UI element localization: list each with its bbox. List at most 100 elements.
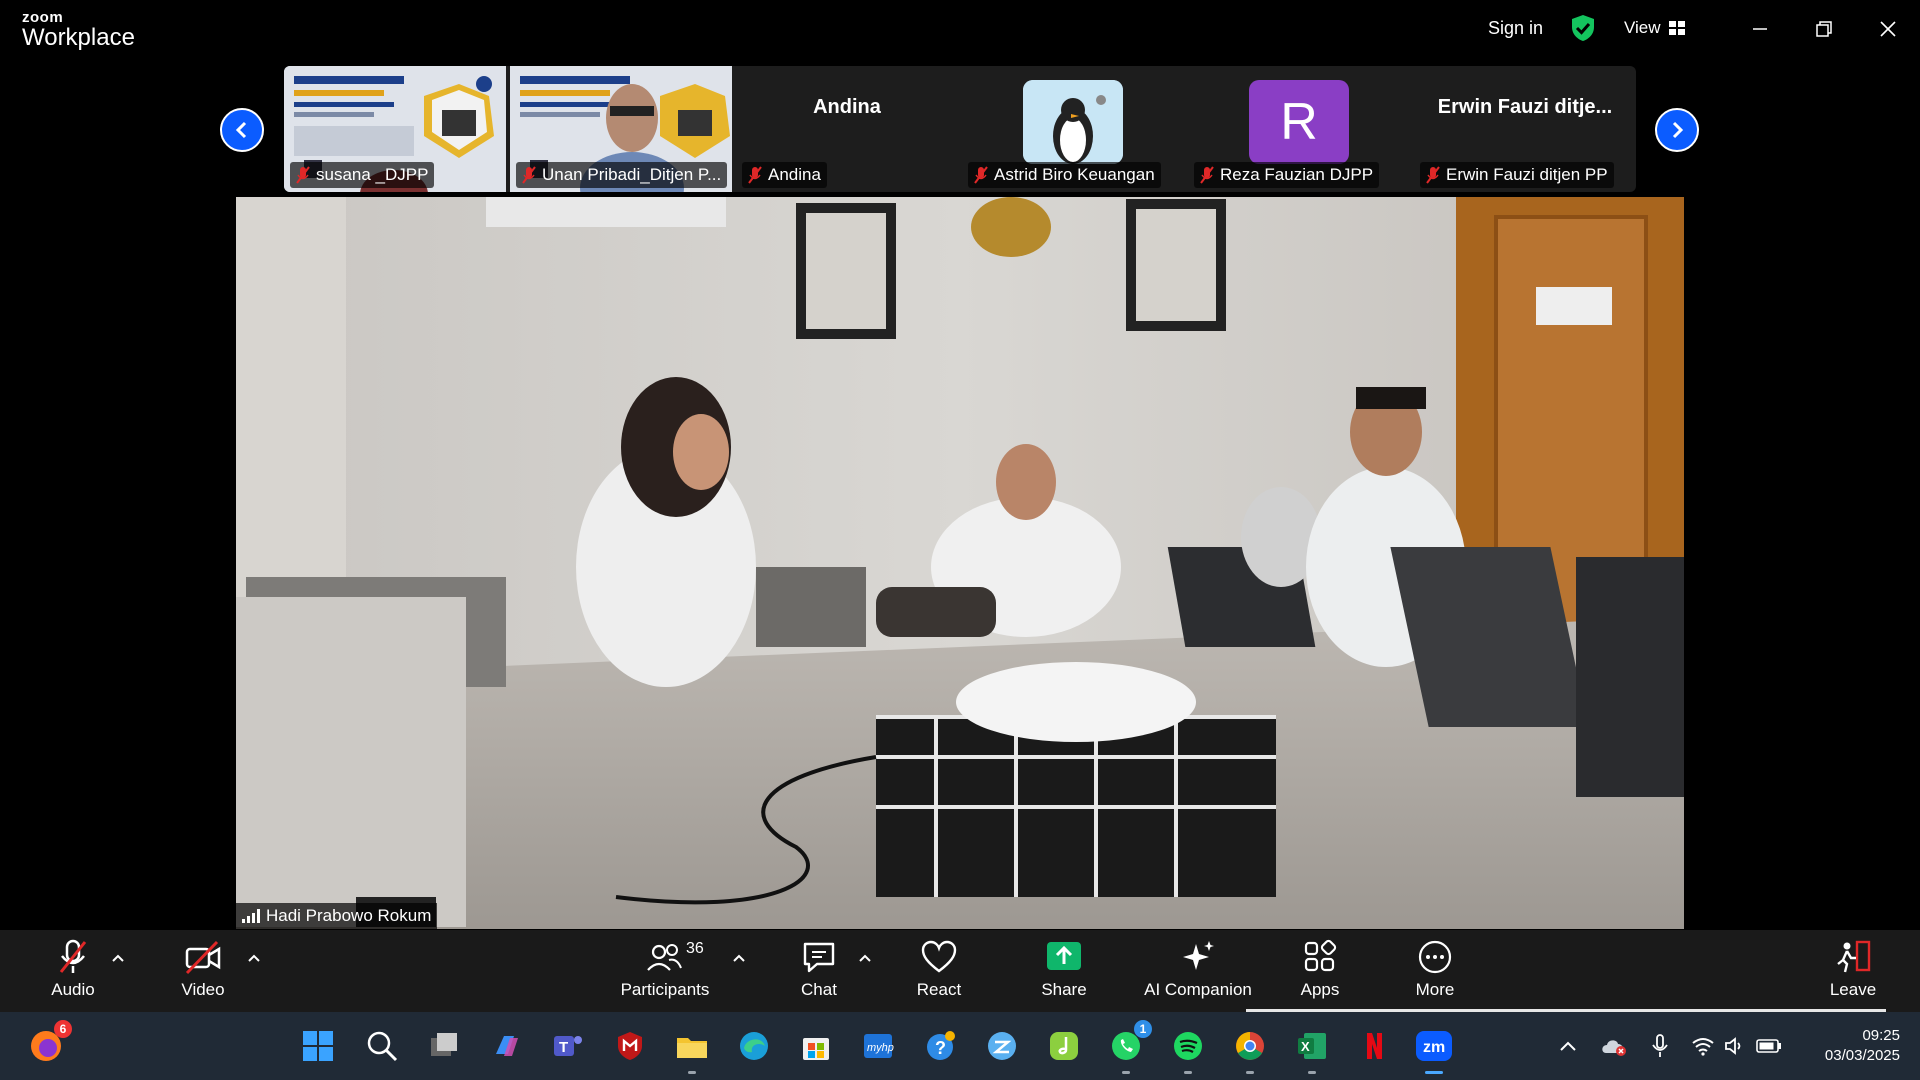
- active-speaker-name-tag: Hadi Prabowo Rokum: [236, 903, 438, 929]
- excel-icon: X: [1298, 1033, 1326, 1059]
- mic-muted-icon: [522, 166, 536, 184]
- penguin-avatar: [1023, 80, 1123, 164]
- running-indicator: [1246, 1071, 1254, 1074]
- participants-icon: [647, 944, 682, 971]
- view-label: View: [1624, 18, 1661, 37]
- restore-icon: [1816, 21, 1832, 37]
- leave-label: Leave: [1829, 980, 1877, 999]
- participant-name: Unan Pribadi_Ditjen P...: [542, 165, 722, 184]
- video-button[interactable]: Video: [178, 938, 228, 1008]
- svg-text:myhp: myhp: [867, 1042, 894, 1054]
- close-button[interactable]: [1868, 14, 1908, 44]
- zoom-taskbar-button[interactable]: zm: [1412, 1026, 1456, 1074]
- apps-button[interactable]: Apps: [1294, 938, 1346, 1008]
- chat-options-chevron-up-icon[interactable]: [857, 950, 873, 966]
- excel-taskbar-button[interactable]: X: [1292, 1026, 1332, 1074]
- onedrive-tray-icon[interactable]: [1594, 1026, 1634, 1066]
- running-indicator: [1308, 1071, 1316, 1074]
- participant-name: Andina: [768, 165, 821, 184]
- minimize-button[interactable]: [1740, 14, 1780, 44]
- share-button[interactable]: Share: [1036, 938, 1092, 1008]
- zoom-window: zoom Workplace Sign in View susana _DJPP…: [0, 0, 1920, 1080]
- zoom-workplace-logo: zoom Workplace: [22, 10, 135, 50]
- volume-tray-icon[interactable]: [1718, 1026, 1752, 1066]
- mic-muted-icon: [974, 166, 988, 184]
- video-off-icon: [185, 940, 221, 975]
- edge-taskbar-button[interactable]: [734, 1026, 774, 1066]
- leave-button[interactable]: Leave: [1828, 938, 1878, 1008]
- video-options-chevron-up-icon[interactable]: [246, 950, 262, 966]
- netflix-taskbar-button[interactable]: [1354, 1026, 1394, 1066]
- mic-muted-icon: [1200, 166, 1214, 184]
- task-view-button[interactable]: [424, 1026, 464, 1066]
- audio-options-chevron-up-icon[interactable]: [110, 950, 126, 966]
- react-label: React: [916, 980, 962, 999]
- apps-label: Apps: [1300, 980, 1340, 999]
- battery-tray-icon[interactable]: [1752, 1026, 1786, 1066]
- participants-options-chevron-up-icon[interactable]: [731, 950, 747, 966]
- file-explorer-taskbar-button[interactable]: [672, 1026, 712, 1074]
- participant-tile[interactable]: Andina Andina: [736, 66, 958, 192]
- microphone-tray-icon[interactable]: [1640, 1026, 1680, 1066]
- chevron-up-icon: [1560, 1041, 1576, 1051]
- mic-muted-icon: [296, 166, 310, 184]
- help-taskbar-button[interactable]: ?: [920, 1026, 960, 1066]
- netflix-icon: [1367, 1033, 1382, 1059]
- battery-icon: [1756, 1039, 1781, 1053]
- svg-text:X: X: [1301, 1039, 1310, 1054]
- active-speaker-name: Hadi Prabowo Rokum: [266, 906, 432, 925]
- show-hidden-icons-button[interactable]: [1548, 1026, 1588, 1066]
- wifi-tray-icon[interactable]: [1686, 1026, 1720, 1066]
- audio-button[interactable]: Audio: [48, 938, 98, 1008]
- participants-button[interactable]: 36 Participants: [618, 938, 712, 1008]
- wifi-icon: [1692, 1038, 1714, 1056]
- mcafee-taskbar-button[interactable]: [610, 1026, 650, 1066]
- participant-name: Reza Fauzian DJPP: [1220, 165, 1374, 184]
- restore-button[interactable]: [1804, 14, 1844, 44]
- start-button[interactable]: [298, 1026, 338, 1066]
- search-taskbar-button[interactable]: [362, 1026, 402, 1066]
- participant-tile[interactable]: Erwin Fauzi ditje... Erwin Fauzi ditjen …: [1414, 66, 1636, 192]
- whatsapp-taskbar-button[interactable]: 1: [1106, 1020, 1152, 1074]
- more-button[interactable]: More: [1412, 938, 1458, 1008]
- mic-muted-icon: [748, 166, 762, 184]
- participant-tile[interactable]: susana _DJPP: [284, 66, 506, 192]
- firefox-taskbar-button[interactable]: 6: [26, 1020, 72, 1066]
- speaker-icon: [1725, 1037, 1741, 1055]
- participant-strip: susana _DJPP Unan Pribadi_Ditjen P... An…: [284, 66, 1636, 192]
- ai-companion-button[interactable]: AI Companion: [1140, 938, 1256, 1008]
- chat-button[interactable]: Chat: [794, 938, 844, 1008]
- music-app-taskbar-button[interactable]: [1044, 1026, 1084, 1066]
- participant-tile[interactable]: R Reza Fauzian DJPP: [1188, 66, 1410, 192]
- participants-label: Participants: [620, 980, 710, 999]
- running-indicator: [688, 1071, 696, 1074]
- microsoft-store-taskbar-button[interactable]: [796, 1026, 836, 1066]
- participants-count: 36: [686, 940, 704, 957]
- previous-page-button[interactable]: [220, 108, 264, 152]
- chrome-icon: [1236, 1032, 1264, 1060]
- participant-tile[interactable]: Astrid Biro Keuangan: [962, 66, 1184, 192]
- folder-icon: [677, 1038, 707, 1058]
- clock-date: 03/03/2025: [1824, 1047, 1900, 1064]
- svg-text:T: T: [559, 1039, 568, 1056]
- spotify-taskbar-button[interactable]: [1168, 1026, 1208, 1074]
- react-button[interactable]: React: [912, 938, 966, 1008]
- svg-text:?: ?: [935, 1038, 946, 1058]
- penguin-icon: [1023, 80, 1123, 164]
- copilot-taskbar-button[interactable]: [486, 1026, 526, 1066]
- zoom-app-icon: zm: [1416, 1031, 1452, 1061]
- music-note-icon: [1050, 1032, 1078, 1060]
- teams-taskbar-button[interactable]: T: [548, 1026, 588, 1066]
- signal-strength-icon: [242, 909, 260, 923]
- chrome-taskbar-button[interactable]: [1230, 1026, 1270, 1074]
- participant-tile[interactable]: Unan Pribadi_Ditjen P...: [510, 66, 732, 192]
- share-label: Share: [1041, 980, 1087, 999]
- view-button[interactable]: View: [1624, 18, 1685, 38]
- next-page-button[interactable]: [1655, 108, 1699, 152]
- system-clock[interactable]: 09:25 03/03/2025: [1800, 1026, 1900, 1066]
- sign-in-link[interactable]: Sign in: [1488, 18, 1543, 39]
- quick-assist-taskbar-button[interactable]: [982, 1026, 1022, 1066]
- security-shield-icon[interactable]: [1570, 14, 1596, 42]
- myhp-taskbar-button[interactable]: myhp: [858, 1026, 898, 1066]
- spotify-icon: [1174, 1032, 1202, 1060]
